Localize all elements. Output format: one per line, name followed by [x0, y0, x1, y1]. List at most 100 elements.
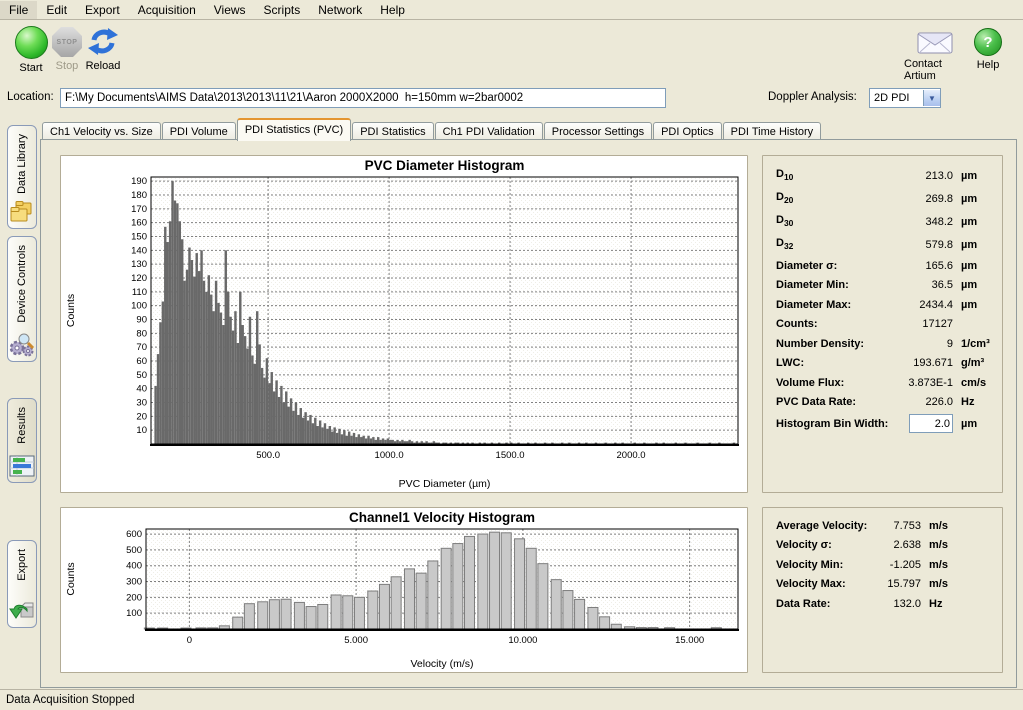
sidebar-item-device-controls[interactable]: Device Controls: [7, 236, 37, 362]
pvc-diameter-histogram-chart: 1020304050607080901001101201301401501601…: [61, 156, 747, 492]
stat-value: 165.6: [837, 260, 953, 272]
application-window: FileEditExportAcquisitionViewsScriptsNet…: [0, 0, 1023, 710]
stat-label: Diameter Max:: [776, 299, 851, 311]
contact-artium-label: Contact Artium: [904, 58, 966, 82]
velocity-histogram-panel: 10020030040050060005.00010.00015.000Chan…: [60, 507, 748, 673]
export-arrow-icon: [9, 599, 35, 623]
svg-text:1500.0: 1500.0: [496, 450, 525, 461]
envelope-icon: [916, 28, 954, 55]
stat-value: 36.5: [849, 279, 953, 291]
stat-label: D30: [776, 214, 793, 228]
stat-unit: m/s: [921, 539, 994, 551]
stat-value: 213.0: [793, 170, 953, 182]
stat-value: 7.753: [867, 520, 921, 532]
svg-text:80: 80: [136, 328, 147, 339]
doppler-analysis-label: Doppler Analysis:: [768, 91, 857, 103]
svg-text:PVC Diameter Histogram: PVC Diameter Histogram: [365, 158, 525, 173]
svg-text:15.000: 15.000: [675, 635, 704, 646]
reload-button[interactable]: Reload: [74, 26, 132, 72]
stat-value: 269.8: [793, 193, 953, 205]
stat-row-average-velocity: Average Velocity:7.753m/s: [776, 516, 994, 536]
pvc-diameter-histogram-panel: 1020304050607080901001101201301401501601…: [60, 155, 748, 493]
svg-text:600: 600: [126, 529, 142, 540]
stat-value: -1.205: [843, 559, 921, 571]
stat-row-d30: D30348.2µm: [776, 210, 994, 233]
sidebar-item-results[interactable]: Results: [7, 398, 37, 483]
sidebar-item-data-library[interactable]: Data Library: [7, 125, 37, 229]
doppler-analysis-select[interactable]: 2D PDI ▼: [869, 88, 941, 108]
stat-unit: µm: [953, 216, 994, 228]
menu-item-views[interactable]: Views: [205, 1, 255, 19]
results-chart-icon: [9, 454, 35, 478]
svg-text:160: 160: [131, 218, 147, 229]
stat-row-diameter: Diameter σ:165.6µm: [776, 256, 994, 276]
svg-text:40: 40: [136, 384, 147, 395]
menu-item-network[interactable]: Network: [309, 1, 371, 19]
location-label: Location:: [7, 91, 54, 103]
sidebar-item-export[interactable]: Export: [7, 540, 37, 628]
svg-text:500.0: 500.0: [256, 450, 280, 461]
status-bar: Data Acquisition Stopped: [0, 689, 1023, 710]
stat-row-d32: D32579.8µm: [776, 233, 994, 256]
svg-text:Counts: Counts: [65, 562, 77, 595]
location-input[interactable]: [60, 88, 666, 108]
combo-dropdown-button[interactable]: ▼: [923, 90, 940, 106]
svg-text:50: 50: [136, 370, 147, 381]
menu-item-scripts[interactable]: Scripts: [255, 1, 310, 19]
stat-unit: µm: [953, 260, 994, 272]
svg-text:Velocity (m/s): Velocity (m/s): [410, 658, 473, 670]
contact-artium-button[interactable]: Contact Artium: [904, 28, 966, 82]
stat-unit: cm/s: [953, 377, 994, 389]
pvc-statistics-panel: D10213.0µmD20269.8µmD30348.2µmD32579.8µm…: [762, 155, 1003, 493]
stat-label: Velocity Min:: [776, 559, 843, 571]
menu-item-file[interactable]: File: [0, 1, 37, 19]
stat-row-lwc: LWC:193.671g/m³: [776, 354, 994, 374]
gears-icon: [9, 331, 35, 357]
svg-text:2000.0: 2000.0: [617, 450, 646, 461]
stat-label: Average Velocity:: [776, 520, 867, 532]
stat-unit: µm: [953, 279, 994, 291]
svg-text:100: 100: [131, 301, 147, 312]
stat-unit: µm: [953, 239, 994, 251]
stat-row-number-density: Number Density:91/cm³: [776, 334, 994, 354]
svg-text:PVC Diameter (µm): PVC Diameter (µm): [399, 478, 491, 490]
stat-row-d20: D20269.8µm: [776, 187, 994, 210]
svg-text:Counts: Counts: [65, 294, 77, 327]
stat-row-volume-flux: Volume Flux:3.873E-1cm/s: [776, 373, 994, 393]
menu-item-acquisition[interactable]: Acquisition: [129, 1, 205, 19]
svg-text:200: 200: [126, 592, 142, 603]
stat-unit: Hz: [921, 598, 994, 610]
svg-text:500: 500: [126, 545, 142, 556]
svg-text:60: 60: [136, 356, 147, 367]
menu-item-edit[interactable]: Edit: [37, 1, 76, 19]
help-button[interactable]: ? Help: [964, 28, 1012, 71]
menu-item-export[interactable]: Export: [76, 1, 129, 19]
sidebar-item-label: Results: [16, 407, 28, 444]
svg-text:190: 190: [131, 176, 147, 187]
svg-text:1000.0: 1000.0: [375, 450, 404, 461]
histogram-bin-width-input[interactable]: [909, 414, 953, 433]
menu-bar: FileEditExportAcquisitionViewsScriptsNet…: [0, 0, 1023, 20]
svg-text:30: 30: [136, 397, 147, 408]
stat-value: 348.2: [793, 216, 953, 228]
tab-pdi-statistics-pvc[interactable]: PDI Statistics (PVC): [237, 118, 351, 141]
svg-text:400: 400: [126, 561, 142, 572]
stat-label: PVC Data Rate:: [776, 396, 856, 408]
stat-row-histogram-bin-width: Histogram Bin Width:µm: [776, 412, 994, 435]
sidebar-item-label: Data Library: [16, 134, 28, 194]
menu-item-help[interactable]: Help: [371, 1, 414, 19]
svg-text:150: 150: [131, 231, 147, 242]
stat-value: 2.638: [832, 539, 921, 551]
stat-row-d10: D10213.0µm: [776, 164, 994, 187]
stat-label: D32: [776, 237, 793, 251]
svg-text:10: 10: [136, 425, 147, 436]
stat-value: 132.0: [830, 598, 921, 610]
stat-unit: µm: [953, 170, 994, 182]
stat-label: Volume Flux:: [776, 377, 844, 389]
svg-text:100: 100: [126, 608, 142, 619]
stat-unit: m/s: [921, 559, 994, 571]
location-row: Location: Doppler Analysis: 2D PDI ▼: [0, 86, 1023, 112]
svg-text:120: 120: [131, 273, 147, 284]
velocity-histogram-chart: 10020030040050060005.00010.00015.000Chan…: [61, 508, 747, 672]
stat-label: Number Density:: [776, 338, 864, 350]
